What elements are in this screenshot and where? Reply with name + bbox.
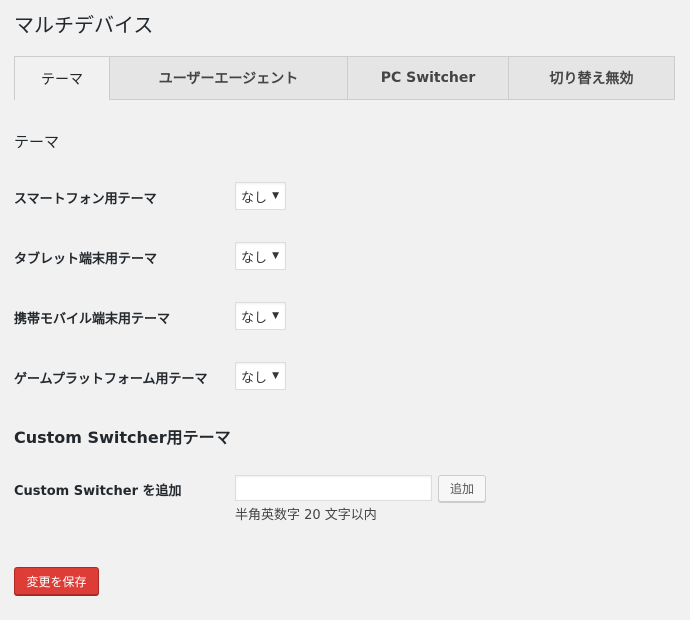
tab-pc-switcher[interactable]: PC Switcher	[348, 56, 509, 99]
tablet-theme-label: タブレット端末用テーマ	[14, 252, 158, 267]
tab-theme[interactable]: テーマ	[14, 56, 110, 100]
chevron-down-icon: ▼	[272, 251, 279, 261]
mobile-theme-label: 携帯モバイル端末用テーマ	[14, 312, 171, 327]
add-custom-switcher-label: Custom Switcher を追加	[14, 484, 182, 499]
chevron-down-icon: ▼	[272, 191, 279, 201]
select-value: なし	[241, 250, 268, 266]
chevron-down-icon: ▼	[272, 371, 279, 381]
game-platform-theme-select[interactable]: なし ▼	[235, 362, 286, 390]
select-value: なし	[241, 370, 268, 386]
page-title: マルチデバイス	[14, 13, 154, 37]
smartphone-theme-select[interactable]: なし ▼	[235, 182, 286, 210]
mobile-theme-select[interactable]: なし ▼	[235, 302, 286, 330]
game-platform-theme-label: ゲームプラットフォーム用テーマ	[14, 372, 208, 387]
add-button[interactable]: 追加	[438, 475, 486, 502]
tab-disable-switching[interactable]: 切り替え無効	[509, 56, 675, 99]
select-value: なし	[241, 310, 268, 326]
custom-switcher-input[interactable]	[235, 475, 432, 501]
save-changes-button[interactable]: 変更を保存	[14, 567, 99, 595]
custom-switcher-heading: Custom Switcher用テーマ	[14, 428, 231, 447]
smartphone-theme-label: スマートフォン用テーマ	[14, 192, 157, 207]
input-hint: 半角英数字 20 文字以内	[235, 508, 377, 523]
chevron-down-icon: ▼	[272, 311, 279, 321]
tablet-theme-select[interactable]: なし ▼	[235, 242, 286, 270]
select-value: なし	[241, 190, 268, 206]
theme-section-heading: テーマ	[14, 133, 60, 151]
tab-user-agent[interactable]: ユーザーエージェント	[110, 56, 348, 99]
tab-bar: テーマ ユーザーエージェント PC Switcher 切り替え無効	[14, 56, 675, 100]
